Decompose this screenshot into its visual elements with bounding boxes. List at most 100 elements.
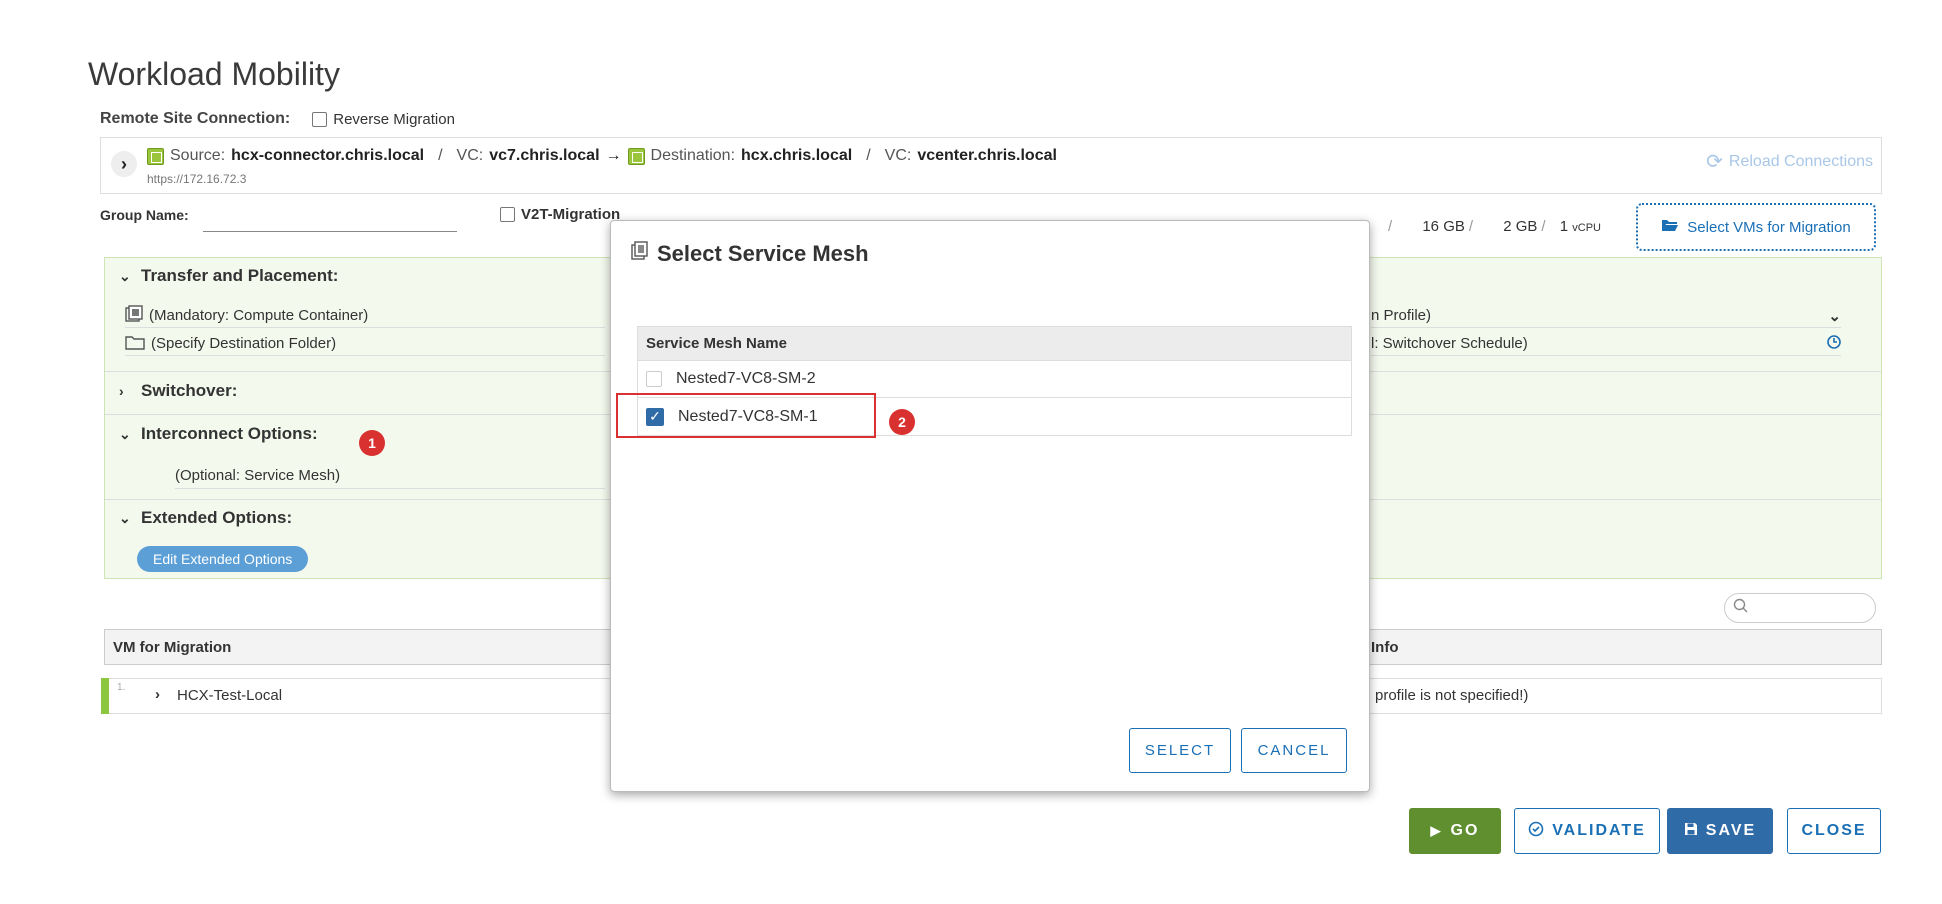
resource-stats: / 16 GB/ 2 GB/ 1 vCPU [1384, 218, 1601, 235]
transfer-section-header[interactable]: ⌄ Transfer and Placement: [119, 266, 338, 286]
reverse-migration-toggle[interactable]: Reverse Migration [312, 111, 455, 128]
page-title: Workload Mobility [88, 56, 340, 92]
clock-icon [1827, 334, 1841, 353]
annotation-badge-2: 2 [889, 409, 915, 435]
service-mesh-field[interactable]: (Optional: Service Mesh) [175, 463, 605, 489]
destination-host: hcx.chris.local [741, 147, 853, 164]
dest-vc-label: VC: [884, 147, 912, 164]
validate-label: VALIDATE [1552, 822, 1646, 839]
search-icon [1733, 598, 1749, 619]
extended-section-header[interactable]: ⌄ Extended Options: [119, 508, 292, 528]
storage-stat: 16 GB [1422, 218, 1465, 235]
go-button[interactable]: ▶ GO [1409, 808, 1501, 854]
select-service-mesh-dialog: Select Service Mesh Service Mesh Name Ne… [610, 220, 1370, 792]
folder-open-icon [1661, 218, 1679, 236]
chevron-down-icon: ⌄ [119, 509, 131, 526]
migration-profile-label: n Profile) [1371, 307, 1432, 324]
extended-section-title: Extended Options: [141, 508, 293, 527]
chevron-down-icon: ⌄ [119, 425, 131, 442]
migration-profile-field[interactable]: n Profile) ⌄ [1371, 304, 1841, 328]
col-info: Info [1371, 639, 1399, 656]
group-name-input[interactable] [203, 206, 457, 232]
reload-connections-button[interactable]: ⟳ Reload Connections [1706, 149, 1873, 174]
validate-button[interactable]: VALIDATE [1514, 808, 1660, 854]
transfer-section-title: Transfer and Placement: [141, 266, 339, 285]
check-circle-icon [1528, 821, 1544, 842]
v2t-migration-label: V2T-Migration [521, 206, 621, 223]
vm-name: HCX-Test-Local [177, 687, 283, 704]
reverse-migration-label: Reverse Migration [333, 110, 455, 128]
row-index: 1. [117, 682, 126, 693]
destination-folder-label: (Specify Destination Folder) [151, 335, 337, 352]
vm-search-input[interactable] [1724, 593, 1876, 623]
connection-summary: Source: hcx-connector.chris.local / VC: … [147, 147, 1057, 165]
refresh-icon: ⟳ [1706, 151, 1723, 173]
site-icon [627, 147, 645, 165]
compute-container-label: (Mandatory: Compute Container) [149, 307, 369, 324]
source-vc-label: VC: [456, 147, 484, 164]
vm-info: profile is not specified!) [1375, 687, 1529, 704]
chevron-right-icon: › [119, 383, 124, 399]
service-mesh-icon [631, 241, 649, 267]
service-mesh-name: Nested7-VC8-SM-2 [676, 370, 816, 387]
chevron-right-icon: › [121, 153, 127, 174]
cpu-unit: vCPU [1572, 222, 1601, 234]
service-mesh-column-header: Service Mesh Name [638, 327, 1351, 361]
destination-folder-field[interactable]: (Specify Destination Folder) [125, 332, 605, 356]
row-status-bar [101, 678, 109, 714]
annotation-highlight-box [616, 393, 876, 438]
connection-url: https://172.16.72.3 [147, 172, 247, 186]
interconnect-section-header[interactable]: ⌄ Interconnect Options: [119, 424, 318, 444]
compute-container-field[interactable]: (Mandatory: Compute Container) [125, 304, 605, 328]
source-label: Source: [170, 147, 226, 164]
reload-connections-label: Reload Connections [1728, 152, 1873, 170]
interconnect-section-title: Interconnect Options: [141, 424, 318, 443]
reverse-migration-checkbox[interactable] [312, 111, 328, 127]
select-vms-button[interactable]: Select VMs for Migration [1636, 203, 1876, 251]
chevron-right-icon[interactable]: › [155, 686, 160, 703]
switchover-schedule-field[interactable]: l: Switchover Schedule) [1371, 332, 1841, 356]
service-mesh-label: (Optional: Service Mesh) [175, 467, 341, 484]
source-vc: vc7.chris.local [489, 147, 600, 164]
dialog-title: Select Service Mesh [657, 241, 869, 266]
v2t-migration-toggle[interactable]: V2T-Migration [500, 206, 620, 223]
service-mesh-checkbox[interactable] [646, 371, 662, 387]
destination-label: Destination: [650, 147, 736, 164]
dest-vc: vcenter.chris.local [917, 147, 1057, 164]
memory-stat: 2 GB [1503, 218, 1538, 235]
go-label: GO [1450, 822, 1480, 839]
stats-separator: / [1468, 218, 1474, 235]
source-host: hcx-connector.chris.local [231, 147, 425, 164]
cpu-stat: 1 [1559, 218, 1569, 235]
floppy-disk-icon [1684, 822, 1698, 841]
stats-separator: / [1541, 218, 1546, 235]
separator: / [866, 147, 871, 164]
v2t-migration-checkbox[interactable] [500, 207, 515, 222]
switchover-schedule-label: l: Switchover Schedule) [1371, 335, 1528, 352]
play-icon: ▶ [1430, 823, 1443, 838]
site-icon [147, 147, 164, 165]
remote-site-row: Remote Site Connection: Reverse Migratio… [100, 110, 455, 128]
expand-connection-button[interactable]: › [111, 151, 137, 177]
remote-site-label: Remote Site Connection: [100, 110, 291, 127]
close-button[interactable]: CLOSE [1787, 808, 1881, 854]
col-vm-for-migration: VM for Migration [113, 639, 232, 656]
chevron-down-icon: ⌄ [1828, 307, 1841, 325]
chevron-down-icon: ⌄ [119, 267, 131, 284]
dialog-header: Select Service Mesh [631, 241, 869, 267]
save-label: SAVE [1705, 822, 1757, 839]
switchover-section-title: Switchover: [141, 381, 238, 400]
group-name-label: Group Name: [100, 207, 189, 223]
compute-container-icon [125, 304, 143, 327]
save-button[interactable]: SAVE [1667, 808, 1773, 854]
select-button[interactable]: SELECT [1129, 728, 1231, 773]
folder-icon [125, 334, 145, 354]
switchover-section-header[interactable]: › Switchover: [119, 381, 237, 401]
stats-separator: / [1388, 218, 1393, 235]
annotation-badge-1: 1 [359, 430, 385, 456]
cancel-button[interactable]: CANCEL [1241, 728, 1347, 773]
connection-box: › Source: hcx-connector.chris.local / VC… [100, 137, 1882, 194]
arrow-icon: → [605, 147, 622, 164]
edit-extended-options-button[interactable]: Edit Extended Options [137, 546, 309, 572]
select-vms-label: Select VMs for Migration [1687, 218, 1851, 236]
